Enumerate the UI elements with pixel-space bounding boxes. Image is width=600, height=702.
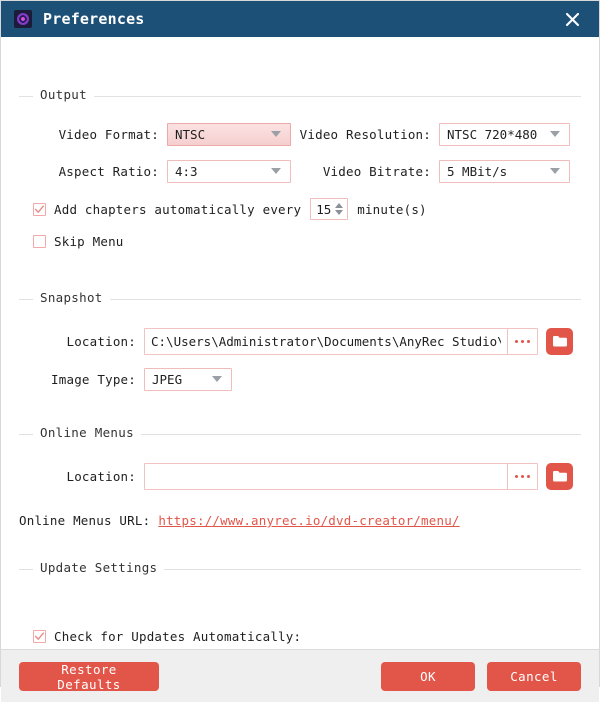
check-updates-label: Check for Updates Automatically: <box>54 628 302 644</box>
group-output-title: Output <box>33 87 94 102</box>
skip-menu-label: Skip Menu <box>54 233 124 249</box>
check-updates-checkbox[interactable] <box>33 629 46 643</box>
check-icon <box>34 632 44 640</box>
chevron-down-icon <box>212 376 222 382</box>
aspect-ratio-value: 4:3 <box>175 163 198 179</box>
dialog-body: Output Video Format: NTSC Video Resoluti… <box>1 37 599 649</box>
chapter-interval-value: 15 <box>316 201 332 217</box>
chevron-down-icon <box>271 168 281 174</box>
chevron-down-icon <box>550 168 560 174</box>
video-format-label: Video Format: <box>58 126 159 142</box>
group-update-settings-title: Update Settings <box>33 560 165 575</box>
row-online-menus-url: Online Menus URL: https://www.anyrec.io/… <box>19 513 581 528</box>
snapshot-browse-ellipsis-icon[interactable] <box>507 328 537 354</box>
dialog-footer: Restore Defaults OK Cancel <box>1 649 599 702</box>
skip-menu-checkbox[interactable] <box>33 234 46 248</box>
video-resolution-label: Video Resolution: <box>299 126 431 142</box>
cancel-button[interactable]: Cancel <box>487 661 581 691</box>
snapshot-location-input[interactable] <box>145 328 507 354</box>
image-type-label: Image Type: <box>51 371 136 387</box>
aspect-ratio-dropdown[interactable]: 4:3 <box>167 159 291 183</box>
chevron-down-icon <box>271 131 281 137</box>
window-title: Preferences <box>43 10 145 28</box>
add-chapters-label: Add chapters automatically every <box>54 201 302 217</box>
online-menus-browse-ellipsis-icon[interactable] <box>507 463 537 489</box>
restore-defaults-button[interactable]: Restore Defaults <box>19 661 159 692</box>
group-online-menus: Online Menus Location: Online Menus URL:… <box>19 425 581 528</box>
preferences-dialog: Preferences Output Video Format: NTSC Vi… <box>0 0 600 702</box>
video-resolution-value: NTSC 720*480 <box>447 126 538 142</box>
video-bitrate-label: Video Bitrate: <box>322 163 431 179</box>
online-menus-location-label: Location: <box>66 468 136 484</box>
image-type-dropdown[interactable]: JPEG <box>144 367 232 391</box>
online-menus-url-label: Online Menus URL: <box>19 513 151 528</box>
image-type-value: JPEG <box>152 371 183 387</box>
row-add-chapters: Add chapters automatically every 15 minu… <box>19 196 581 222</box>
chapter-interval-suffix: minute(s) <box>357 201 427 217</box>
target-icon <box>14 10 32 28</box>
group-update-settings: Update Settings Check for Updates Automa… <box>19 560 581 649</box>
row-check-updates: Check for Updates Automatically: <box>19 623 581 649</box>
snapshot-location-field[interactable] <box>144 327 538 355</box>
row-online-menus-location: Location: <box>19 461 581 491</box>
aspect-ratio-label: Aspect Ratio: <box>58 163 159 179</box>
add-chapters-checkbox[interactable] <box>33 202 46 216</box>
title-bar: Preferences <box>1 1 599 37</box>
row-skip-menu: Skip Menu <box>19 228 581 254</box>
video-bitrate-dropdown[interactable]: 5 MBit/s <box>439 159 570 183</box>
online-menus-folder-icon[interactable] <box>546 462 573 490</box>
row-image-type: Image Type: JPEG <box>19 366 581 392</box>
snapshot-folder-icon[interactable] <box>546 327 573 355</box>
video-bitrate-value: 5 MBit/s <box>447 163 508 179</box>
snapshot-location-label: Location: <box>66 333 136 349</box>
group-snapshot-title: Snapshot <box>33 290 110 305</box>
online-menus-location-field[interactable] <box>144 462 538 490</box>
online-menus-location-input[interactable] <box>145 463 507 489</box>
stepper-arrows-icon[interactable] <box>335 203 344 215</box>
row-aspect-ratio: Aspect Ratio: 4:3 Video Bitrate: 5 MBit/… <box>19 158 581 184</box>
row-video-format: Video Format: NTSC Video Resolution: NTS… <box>19 121 581 147</box>
group-snapshot: Snapshot Location: C:\Users\Administrato… <box>19 290 581 392</box>
ok-button[interactable]: OK <box>381 661 475 691</box>
video-format-dropdown[interactable]: NTSC <box>167 122 291 146</box>
check-icon <box>34 205 44 213</box>
group-output: Output Video Format: NTSC Video Resoluti… <box>19 87 581 254</box>
chevron-down-icon <box>550 131 560 137</box>
chapter-interval-stepper[interactable]: 15 <box>310 198 349 220</box>
close-icon[interactable] <box>559 6 585 32</box>
group-online-menus-title: Online Menus <box>33 425 141 440</box>
online-menus-url-link[interactable]: https://www.anyrec.io/dvd-creator/menu/ <box>158 513 459 528</box>
video-resolution-dropdown[interactable]: NTSC 720*480 <box>439 122 570 146</box>
row-snapshot-location: Location: <box>19 326 581 356</box>
video-format-value: NTSC <box>175 126 206 142</box>
